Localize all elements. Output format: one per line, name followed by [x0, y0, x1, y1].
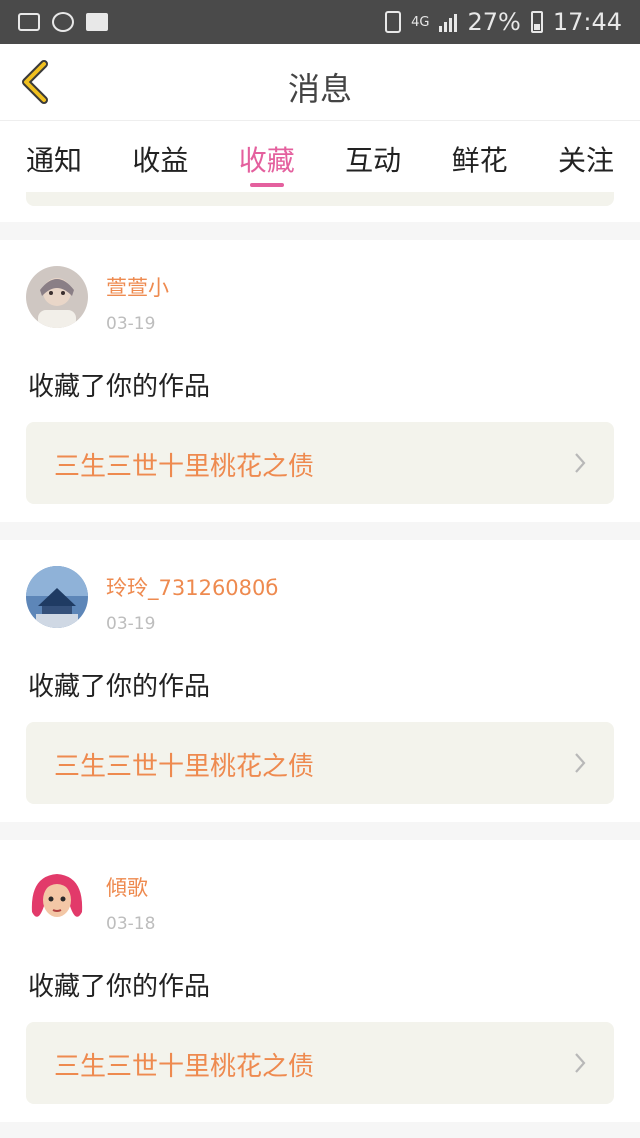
message-date: 03-18 [106, 914, 156, 934]
status-bar: 4G 27% 17:44 [0, 0, 640, 44]
avatar[interactable] [26, 566, 88, 628]
message-card: 玲玲_73126080б 03-19 收藏了你的作品 三生三世十里桃花之债 [0, 540, 640, 822]
message-card: 萱萱小 03-19 收藏了你的作品 三生三世十里桃花之债 [0, 240, 640, 522]
clock: 17:44 [552, 8, 622, 36]
signal-icon [439, 12, 458, 32]
header: 消息 [0, 44, 640, 120]
tab-notifications[interactable]: 通知 [26, 121, 82, 193]
wechat-icon [52, 12, 74, 32]
tab-flowers[interactable]: 鲜花 [452, 121, 508, 193]
action-text: 收藏了你的作品 [28, 672, 211, 702]
previous-card-remnant [0, 192, 640, 222]
chevron-right-icon [575, 753, 586, 773]
recycle-icon [385, 11, 402, 33]
avatar[interactable] [26, 866, 88, 928]
message-date: 03-19 [106, 314, 156, 334]
tab-bar: 通知 收益 收藏 互动 鲜花 关注 [0, 120, 640, 192]
image-icon [18, 13, 40, 31]
folder-icon [86, 13, 108, 31]
tab-following[interactable]: 关注 [558, 121, 614, 193]
username[interactable]: 玲玲_73126080б [106, 572, 278, 602]
battery-icon [530, 11, 543, 33]
work-title: 三生三世十里桃花之债 [54, 452, 315, 482]
work-link[interactable]: 三生三世十里桃花之债 [26, 1022, 614, 1104]
tab-favorites[interactable]: 收藏 [239, 121, 295, 193]
notification-icons [18, 12, 108, 32]
page-title: 消息 [287, 70, 352, 108]
username[interactable]: 傾歌 [106, 872, 148, 902]
action-text: 收藏了你的作品 [28, 972, 211, 1002]
work-title: 三生三世十里桃花之债 [54, 752, 315, 782]
work-box-remnant[interactable] [26, 192, 614, 206]
network-type: 4G [411, 14, 430, 30]
tab-earnings[interactable]: 收益 [132, 121, 188, 193]
chevron-right-icon [575, 453, 586, 473]
work-title: 三生三世十里桃花之债 [54, 1052, 315, 1082]
work-link[interactable]: 三生三世十里桃花之债 [26, 422, 614, 504]
work-link[interactable]: 三生三世十里桃花之债 [26, 722, 614, 804]
system-indicators: 4G 27% 17:44 [385, 8, 622, 36]
message-date: 03-19 [106, 614, 156, 634]
chevron-right-icon [575, 1053, 586, 1073]
battery-percent: 27% [467, 8, 521, 36]
action-text: 收藏了你的作品 [28, 372, 211, 402]
avatar[interactable] [26, 266, 88, 328]
tab-interactions[interactable]: 互动 [345, 121, 401, 193]
username[interactable]: 萱萱小 [106, 272, 169, 302]
message-card: 傾歌 03-18 收藏了你的作品 三生三世十里桃花之债 [0, 840, 640, 1122]
